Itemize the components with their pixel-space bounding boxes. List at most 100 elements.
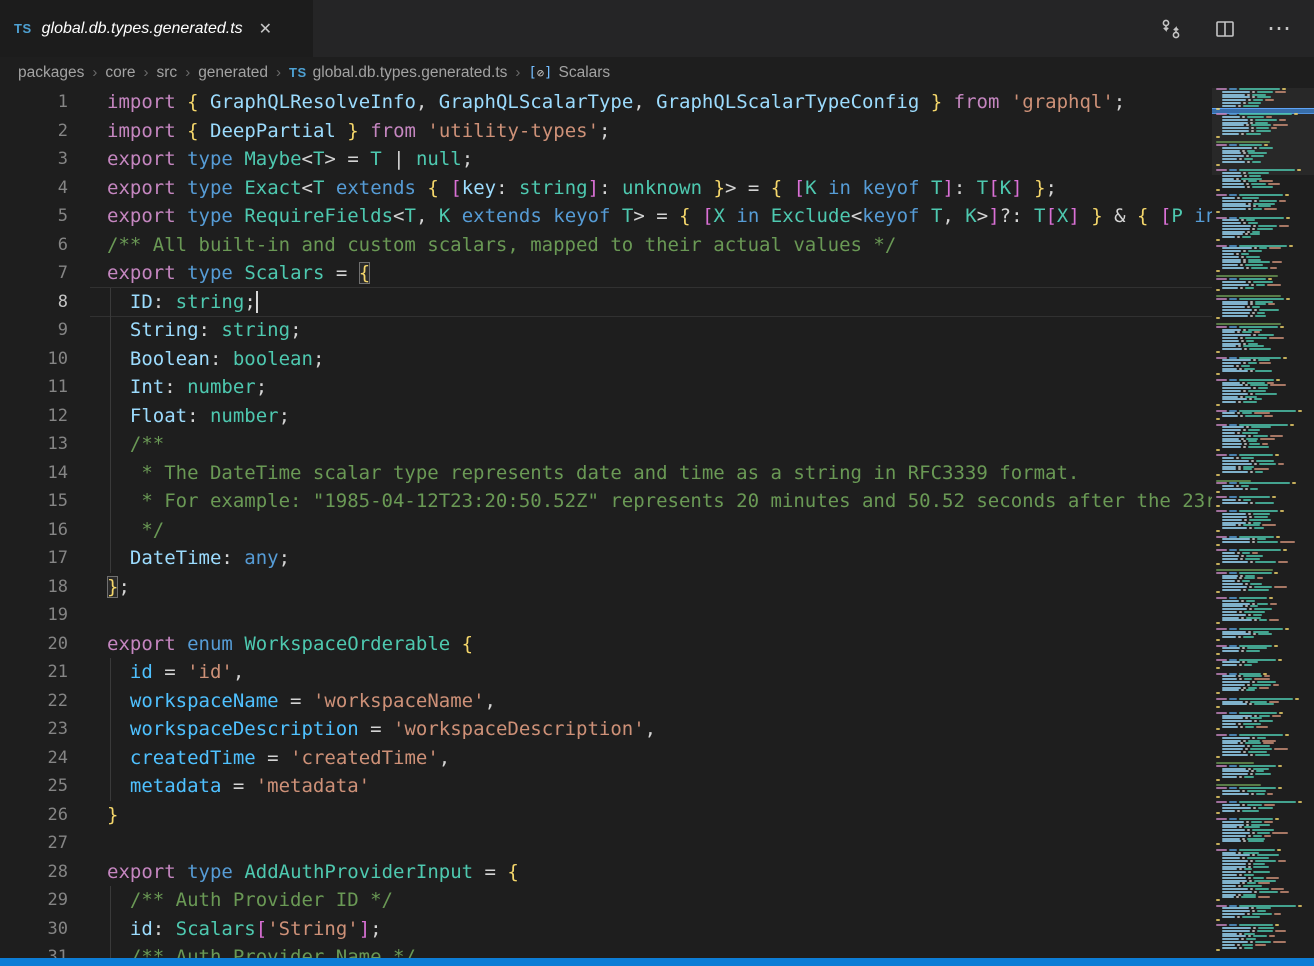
line-number[interactable]: 13 (0, 430, 90, 459)
minimap-line (1212, 426, 1314, 428)
code-line[interactable] (90, 829, 1212, 858)
code-line[interactable]: * The DateTime scalar type represents da… (90, 459, 1212, 488)
split-editor-icon[interactable] (1212, 16, 1238, 42)
line-number[interactable]: 10 (0, 345, 90, 374)
code-line[interactable]: export type RequireFields<T, K extends k… (90, 202, 1212, 231)
code-line[interactable]: Int: number; (90, 373, 1212, 402)
line-number[interactable]: 17 (0, 544, 90, 573)
code-area[interactable]: import { GraphQLResolveInfo, GraphQLScal… (90, 88, 1212, 958)
line-number[interactable]: 6 (0, 231, 90, 260)
minimap-line (1212, 527, 1314, 529)
line-number[interactable]: 25 (0, 772, 90, 801)
line-number[interactable]: 14 (0, 459, 90, 488)
code-line[interactable]: /** Auth Provider Name */ (90, 943, 1212, 958)
minimap-line (1212, 678, 1314, 680)
breadcrumb-item-file[interactable]: TS global.db.types.generated.ts (289, 64, 507, 82)
line-number[interactable]: 7 (0, 259, 90, 288)
breadcrumb-item-generated[interactable]: generated (198, 64, 268, 82)
minimap-line (1212, 524, 1314, 526)
minimap-line (1212, 273, 1314, 275)
minimap-line (1212, 502, 1314, 504)
code-line[interactable]: DateTime: any; (90, 544, 1212, 573)
code-line[interactable]: createdTime = 'createdTime', (90, 744, 1212, 773)
code-line[interactable]: export type Exact<T extends { [key: stri… (90, 174, 1212, 203)
tab-global-db-types-generated[interactable]: TS global.db.types.generated.ts ✕ (0, 0, 313, 57)
code-line[interactable]: metadata = 'metadata' (90, 772, 1212, 801)
line-number[interactable]: 23 (0, 715, 90, 744)
line-number[interactable]: 4 (0, 174, 90, 203)
line-number[interactable]: 26 (0, 801, 90, 830)
minimap-line (1212, 645, 1314, 647)
line-number[interactable]: 2 (0, 117, 90, 146)
chevron-right-icon: › (144, 64, 149, 81)
line-number[interactable]: 31 (0, 943, 90, 958)
minimap-line (1212, 636, 1314, 638)
minimap-line (1212, 536, 1314, 538)
tab-close-icon[interactable]: ✕ (259, 19, 272, 39)
line-number[interactable]: 19 (0, 601, 90, 630)
line-number[interactable]: 15 (0, 487, 90, 516)
code-line[interactable]: workspaceDescription = 'workspaceDescrip… (90, 715, 1212, 744)
line-number[interactable]: 16 (0, 516, 90, 545)
line-number[interactable]: 22 (0, 687, 90, 716)
breadcrumb-item-symbol[interactable]: [⊘] Scalars (528, 64, 610, 82)
open-changes-icon[interactable] (1158, 16, 1184, 42)
minimap-line (1212, 664, 1314, 666)
minimap-line (1212, 659, 1314, 661)
minimap-line (1212, 605, 1314, 607)
line-number[interactable]: 8 (0, 288, 90, 317)
code-line[interactable]: * For example: "1985-04-12T23:20:50.52Z"… (90, 487, 1212, 516)
code-line[interactable]: workspaceName = 'workspaceName', (90, 687, 1212, 716)
code-line[interactable]: }; (90, 573, 1212, 602)
code-line[interactable]: Boolean: boolean; (90, 345, 1212, 374)
code-line[interactable]: /** (90, 430, 1212, 459)
line-number[interactable]: 28 (0, 858, 90, 887)
code-line[interactable]: import { GraphQLResolveInfo, GraphQLScal… (90, 88, 1212, 117)
line-number[interactable]: 29 (0, 886, 90, 915)
code-line[interactable]: /** Auth Provider ID */ (90, 886, 1212, 915)
line-number[interactable]: 20 (0, 630, 90, 659)
code-line[interactable]: ID: string; (90, 288, 1212, 317)
code-line[interactable]: String: string; (90, 316, 1212, 345)
indent-guide (110, 687, 111, 716)
line-number[interactable]: 3 (0, 145, 90, 174)
code-line[interactable] (90, 601, 1212, 630)
breadcrumb-item-core[interactable]: core (105, 64, 135, 82)
line-number[interactable]: 30 (0, 915, 90, 944)
minimap-line (1212, 499, 1314, 501)
line-number[interactable]: 11 (0, 373, 90, 402)
line-number[interactable]: 5 (0, 202, 90, 231)
code-line[interactable]: } (90, 801, 1212, 830)
line-number[interactable]: 24 (0, 744, 90, 773)
line-number[interactable]: 1 (0, 88, 90, 117)
minimap-line (1212, 770, 1314, 772)
code-line[interactable]: export type AddAuthProviderInput = { (90, 858, 1212, 887)
line-number[interactable]: 21 (0, 658, 90, 687)
minimap-line (1212, 415, 1314, 417)
line-number[interactable]: 12 (0, 402, 90, 431)
breadcrumb-item-src[interactable]: src (157, 64, 178, 82)
minimap[interactable] (1212, 88, 1314, 958)
code-line[interactable]: id: Scalars['String']; (90, 915, 1212, 944)
line-number[interactable]: 9 (0, 316, 90, 345)
line-number[interactable]: 27 (0, 829, 90, 858)
code-line[interactable]: import { DeepPartial } from 'utility-typ… (90, 117, 1212, 146)
minimap-line (1212, 852, 1314, 854)
code-line[interactable]: export enum WorkspaceOrderable { (90, 630, 1212, 659)
code-line[interactable]: export type Scalars = { (90, 259, 1212, 288)
minimap-line (1212, 541, 1314, 543)
code-line[interactable]: id = 'id', (90, 658, 1212, 687)
minimap-line (1212, 522, 1314, 524)
breadcrumb-item-packages[interactable]: packages (18, 64, 84, 82)
minimap-line (1212, 533, 1314, 535)
minimap-line (1212, 242, 1314, 244)
code-line[interactable]: Float: number; (90, 402, 1212, 431)
minimap-line (1212, 477, 1314, 479)
more-actions-icon[interactable]: ⋯ (1266, 16, 1292, 42)
line-number[interactable]: 18 (0, 573, 90, 602)
code-line[interactable]: export type Maybe<T> = T | null; (90, 145, 1212, 174)
code-line[interactable]: /** All built-in and custom scalars, map… (90, 231, 1212, 260)
code-line[interactable]: */ (90, 516, 1212, 545)
gutter[interactable]: 1234567891011121314151617181920212223242… (0, 88, 90, 958)
minimap-line (1212, 180, 1314, 182)
